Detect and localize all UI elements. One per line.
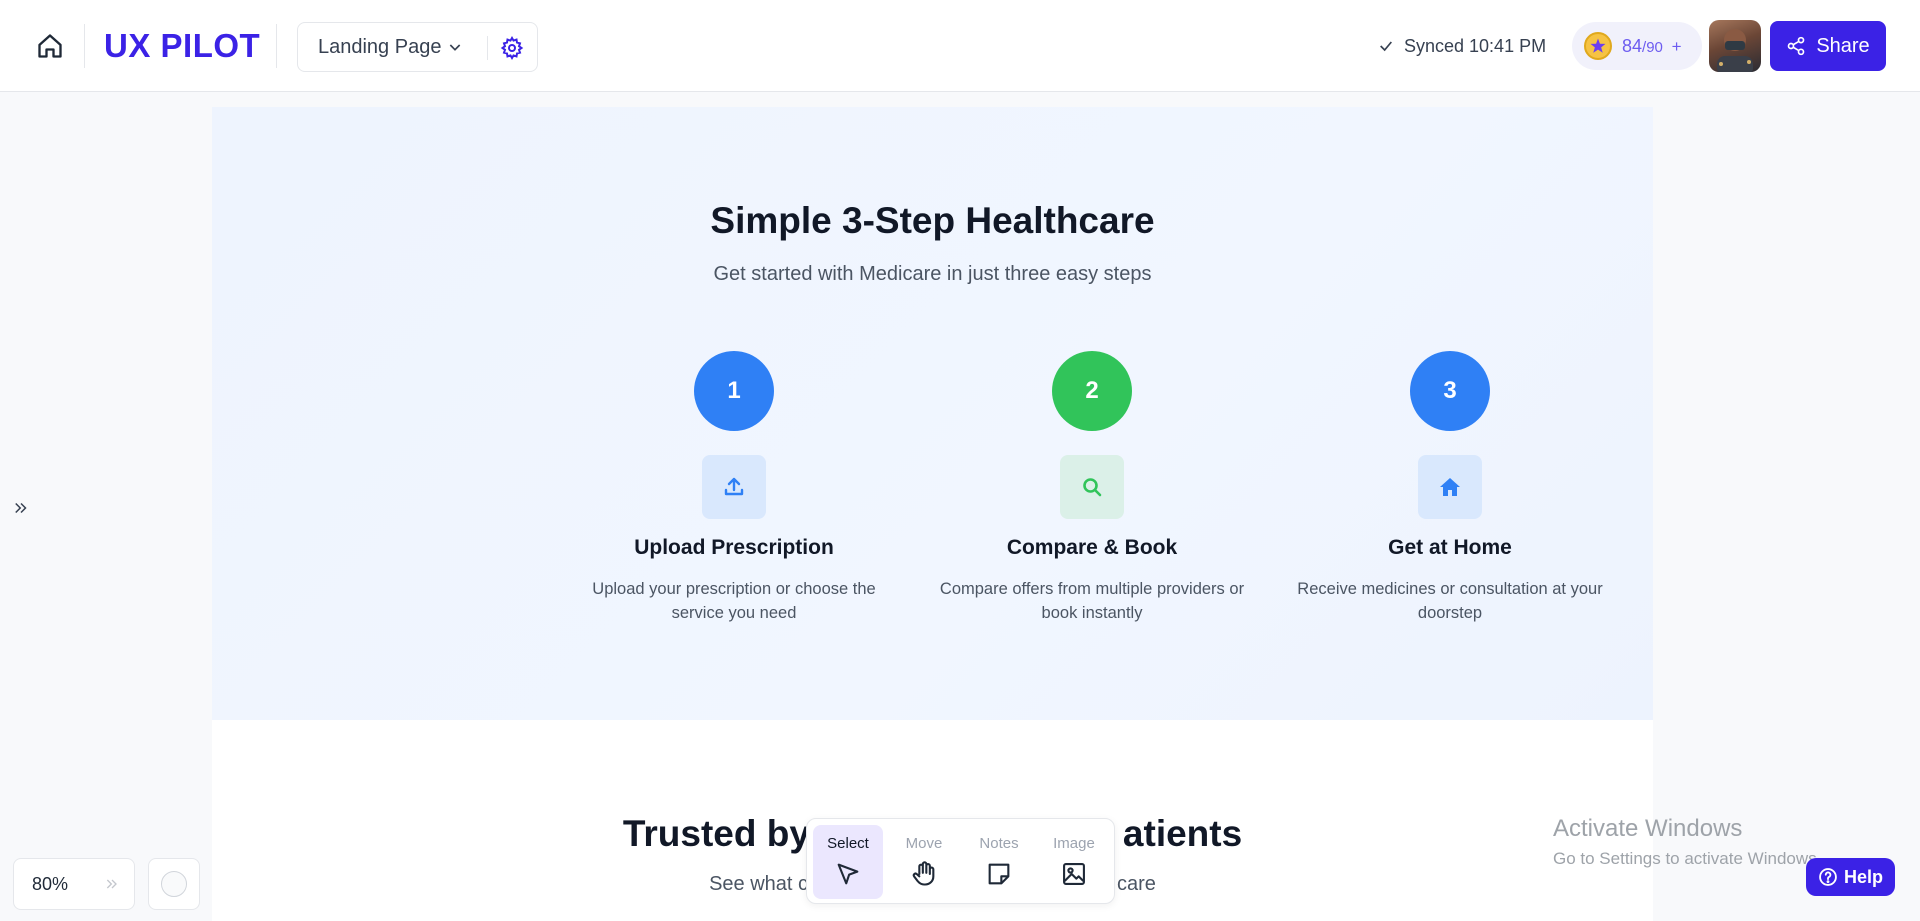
app-logo[interactable]: UX PILOT — [104, 27, 260, 65]
watermark-title: Activate Windows — [1553, 815, 1743, 842]
sync-status: Synced 10:41 PM — [1378, 34, 1546, 58]
tool-label: Move — [905, 835, 943, 852]
step-description: Receive medicines or consultation at you… — [1297, 580, 1603, 622]
page-name: Landing Page — [318, 35, 442, 58]
steps-section: Simple 3-Step Healthcare Get started wit… — [212, 107, 1653, 720]
search-icon — [1060, 455, 1124, 519]
credits-badge[interactable]: 84/90 + — [1572, 22, 1702, 70]
tool-image[interactable]: Image — [1039, 825, 1109, 899]
design-canvas[interactable]: Simple 3-Step Healthcare Get started wit… — [212, 107, 1653, 921]
step-title: Compare & Book — [1006, 536, 1178, 559]
check-icon — [1380, 41, 1392, 52]
trust-subtitle-left: See what c — [709, 873, 809, 895]
tool-label: Image — [1053, 835, 1095, 852]
note-icon — [988, 863, 1010, 885]
step-title: Upload Prescription — [634, 536, 834, 559]
home-icon — [38, 34, 62, 58]
help-button[interactable]: Help — [1806, 858, 1895, 896]
step-number-badge: 3 — [1410, 351, 1490, 431]
credits-used: 84 — [1622, 35, 1643, 56]
trust-subtitle-right: care — [1117, 873, 1156, 895]
credits-total: /90 — [1642, 38, 1663, 56]
hand-icon — [912, 861, 935, 886]
divider — [276, 24, 277, 68]
step-title: Get at Home — [1388, 536, 1512, 559]
tool-label: Notes — [979, 835, 1019, 852]
page-dropdown[interactable]: Landing Page — [318, 36, 463, 59]
zoom-control[interactable]: 80% — [13, 858, 135, 910]
step-number-badge: 1 — [694, 351, 774, 431]
help-icon — [1819, 868, 1837, 886]
home-button[interactable] — [30, 28, 70, 64]
share-icon — [1787, 36, 1805, 56]
trust-title-left: Trusted by — [622, 813, 810, 854]
step-description: Upload your prescription or choose the s… — [592, 580, 876, 622]
avatar[interactable] — [1709, 20, 1761, 72]
cursor-icon — [837, 863, 859, 885]
image-icon — [1063, 863, 1085, 885]
top-bar: UX PILOT Landing Page Synced 10:41 PM 84… — [0, 0, 1920, 92]
sync-status-text: Synced 10:41 PM — [1404, 35, 1547, 56]
expand-sidebar-button[interactable] — [10, 496, 32, 520]
divider — [84, 24, 85, 68]
double-chevron-right-icon — [15, 502, 27, 514]
tool-notes[interactable]: Notes — [964, 825, 1034, 899]
help-label: Help — [1843, 866, 1883, 887]
chevron-down-icon — [450, 44, 461, 51]
upload-icon — [702, 455, 766, 519]
divider — [487, 36, 488, 60]
section-title: Simple 3-Step Healthcare — [710, 200, 1155, 241]
credits-count: 84/90 + — [1622, 36, 1682, 57]
trust-title-right: atients — [1122, 813, 1243, 854]
circle-icon — [161, 871, 187, 897]
star-coin-icon — [1584, 32, 1612, 60]
section-subtitle: Get started with Medicare in just three … — [713, 263, 1152, 285]
add-credits[interactable]: + — [1672, 37, 1682, 56]
bottom-toolbar: Select Move Notes Image — [806, 818, 1115, 904]
gear-icon[interactable] — [500, 36, 524, 60]
share-button[interactable]: Share — [1770, 21, 1886, 71]
step-number-badge: 2 — [1052, 351, 1132, 431]
tool-select[interactable]: Select — [813, 825, 883, 899]
home-icon — [1418, 455, 1482, 519]
tool-move[interactable]: Move — [889, 825, 959, 899]
double-chevron-right-icon[interactable] — [104, 876, 120, 892]
step-description: Compare offers from multiple providers o… — [939, 580, 1245, 622]
zoom-level: 80% — [32, 873, 69, 894]
share-label: Share — [1816, 34, 1870, 57]
windows-activation-watermark: Activate Windows Go to Settings to activ… — [1553, 815, 1821, 869]
page-selector: Landing Page — [297, 22, 538, 72]
tool-label: Select — [827, 835, 869, 852]
watermark-subtitle: Go to Settings to activate Windows. — [1553, 849, 1822, 868]
circle-toggle-button[interactable] — [148, 858, 200, 910]
